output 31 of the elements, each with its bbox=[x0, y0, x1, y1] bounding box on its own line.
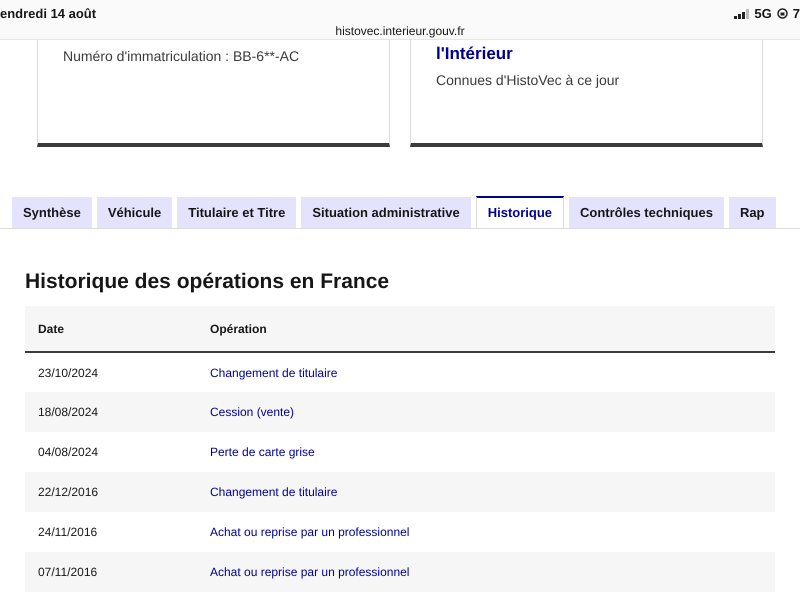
date-cell: 07/11/2016 bbox=[25, 552, 197, 592]
tab[interactable]: Titulaire et Titre bbox=[177, 197, 296, 228]
signal-icon bbox=[734, 8, 750, 19]
operation-link[interactable]: Achat ou reprise par un professionnel bbox=[210, 525, 410, 540]
operation-link[interactable]: Changement de titulaire bbox=[210, 485, 338, 500]
card-title: l'Intérieur bbox=[436, 44, 514, 64]
date-cell: 22/12/2016 bbox=[25, 472, 197, 512]
card-text: Connues d'HistoVec à ce jour bbox=[436, 71, 620, 90]
section-heading: Historique des opérations en France bbox=[25, 269, 390, 294]
tab[interactable]: Véhicule bbox=[96, 197, 172, 228]
tab[interactable]: Synthèse bbox=[12, 197, 92, 228]
tab[interactable]: Historique bbox=[476, 196, 564, 228]
operation-link[interactable]: Changement de titulaire bbox=[210, 366, 338, 380]
operation-link[interactable]: Perte de carte grise bbox=[210, 445, 315, 460]
tab[interactable]: Contrôles techniques bbox=[569, 197, 724, 228]
tab[interactable]: Rap bbox=[728, 197, 776, 228]
date-cell: 24/11/2016 bbox=[25, 512, 197, 552]
column-header: Date bbox=[25, 306, 197, 352]
card-text: Numéro d'immatriculation : BB-6**-AC bbox=[63, 47, 300, 66]
column-header: Opération bbox=[197, 306, 775, 352]
rotation-lock-icon bbox=[776, 8, 788, 20]
date-cell: 23/10/2024 bbox=[25, 352, 197, 392]
status-time: 7 bbox=[792, 5, 800, 23]
operation-link[interactable]: Cession (vente) bbox=[210, 405, 294, 420]
status-date: endredi 14 août bbox=[0, 5, 96, 23]
date-cell: 18/08/2024 bbox=[25, 392, 197, 432]
network-label: 5G bbox=[754, 5, 772, 23]
date-cell: 04/08/2024 bbox=[25, 432, 197, 472]
tab[interactable]: Situation administrative bbox=[301, 197, 471, 228]
url-text: histovec.interieur.gouv.fr bbox=[334, 23, 466, 40]
operation-link[interactable]: Achat ou reprise par un professionnel bbox=[210, 565, 410, 580]
